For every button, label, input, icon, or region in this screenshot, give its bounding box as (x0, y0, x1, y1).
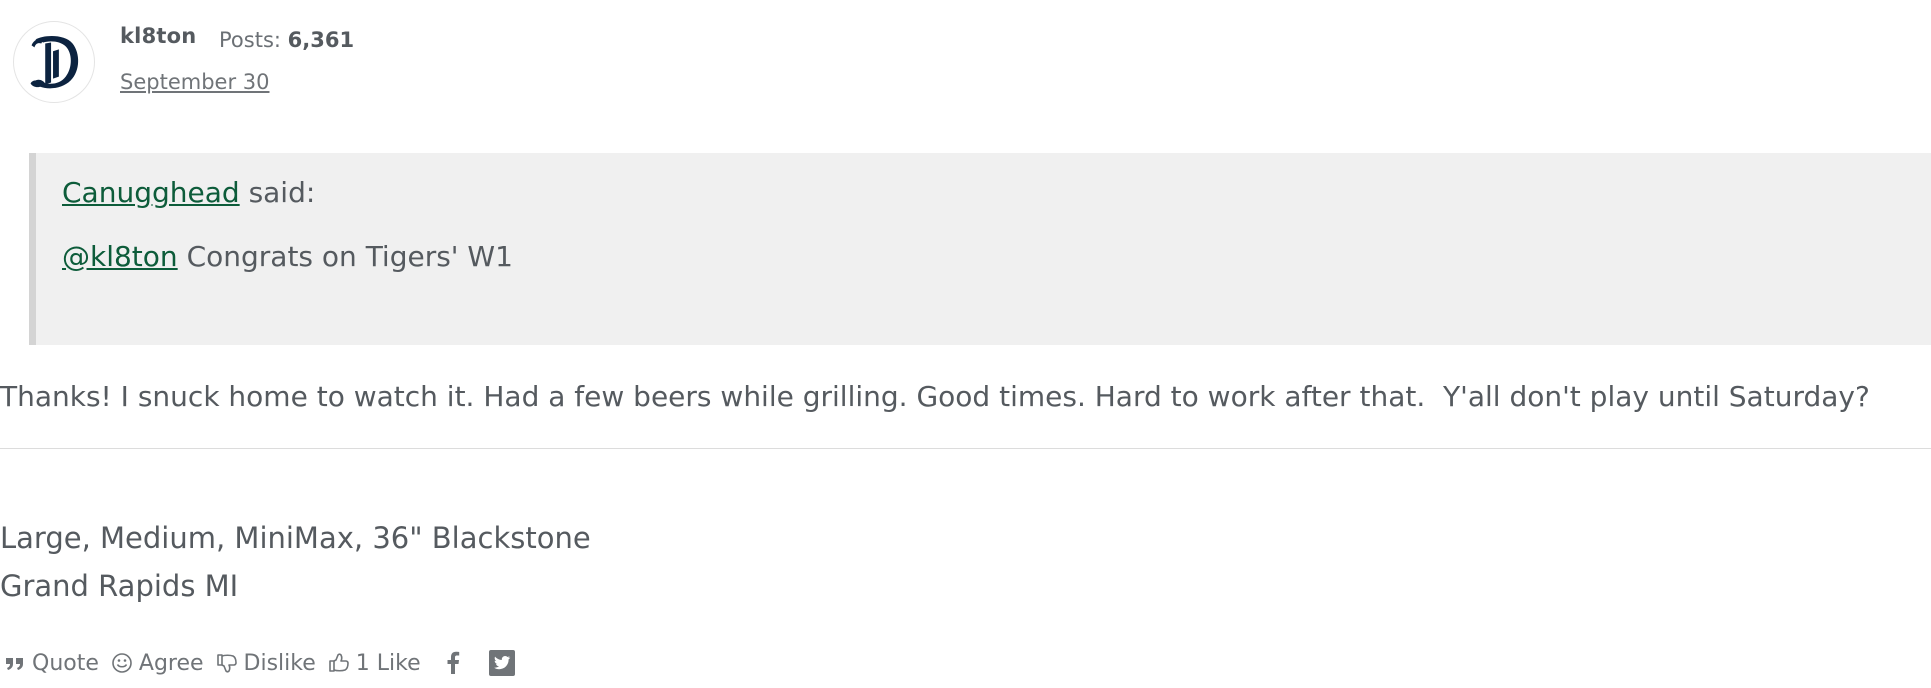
facebook-icon[interactable] (441, 650, 467, 676)
signature-divider (0, 448, 1931, 449)
quote-label: Quote (32, 650, 99, 676)
detroit-tigers-logo-icon (30, 35, 79, 89)
post-body: Thanks! I snuck home to watch it. Had a … (0, 380, 1870, 413)
quote-said-label: said: (248, 176, 316, 209)
like-count-label: 1 Like (355, 650, 421, 676)
post-count-value: 6,361 (287, 28, 355, 52)
post-count-label: Posts: (219, 28, 281, 52)
thumbs-down-icon (216, 652, 238, 674)
quote-button[interactable]: Quote (4, 651, 99, 676)
dislike-label: Dislike (243, 650, 316, 676)
quote-block: Canugghead said: @kl8ton Congrats on Tig… (29, 153, 1931, 345)
quote-text: @kl8ton Congrats on Tigers' W1 (62, 240, 513, 273)
forum-post: kl8ton Posts: 6,361 September 30 Canuggh… (0, 0, 1931, 688)
agree-button[interactable]: Agree (111, 651, 204, 676)
reaction-bar: Quote Agree Dislike 1 Like (4, 646, 529, 680)
thumbs-up-icon (328, 652, 350, 674)
twitter-icon[interactable] (488, 650, 515, 676)
like-button[interactable]: 1 Like (328, 651, 421, 676)
quote-icon (4, 652, 26, 674)
avatar[interactable] (13, 21, 95, 103)
author-name[interactable]: kl8ton (120, 24, 196, 48)
mention-link[interactable]: @kl8ton (62, 240, 178, 273)
signature-line: Grand Rapids MI (0, 569, 239, 603)
quote-header: Canugghead said: (62, 176, 315, 209)
smiley-icon (111, 652, 133, 674)
dislike-button[interactable]: Dislike (216, 651, 316, 676)
quote-message: Congrats on Tigers' W1 (177, 240, 513, 273)
agree-label: Agree (138, 650, 204, 676)
signature: Large, Medium, MiniMax, 36" Blackstone G… (0, 514, 591, 610)
post-count: Posts: 6,361 (219, 28, 354, 52)
quote-author-link[interactable]: Canugghead (62, 176, 240, 209)
signature-line: Large, Medium, MiniMax, 36" Blackstone (0, 521, 591, 555)
post-date-link[interactable]: September 30 (120, 70, 269, 94)
